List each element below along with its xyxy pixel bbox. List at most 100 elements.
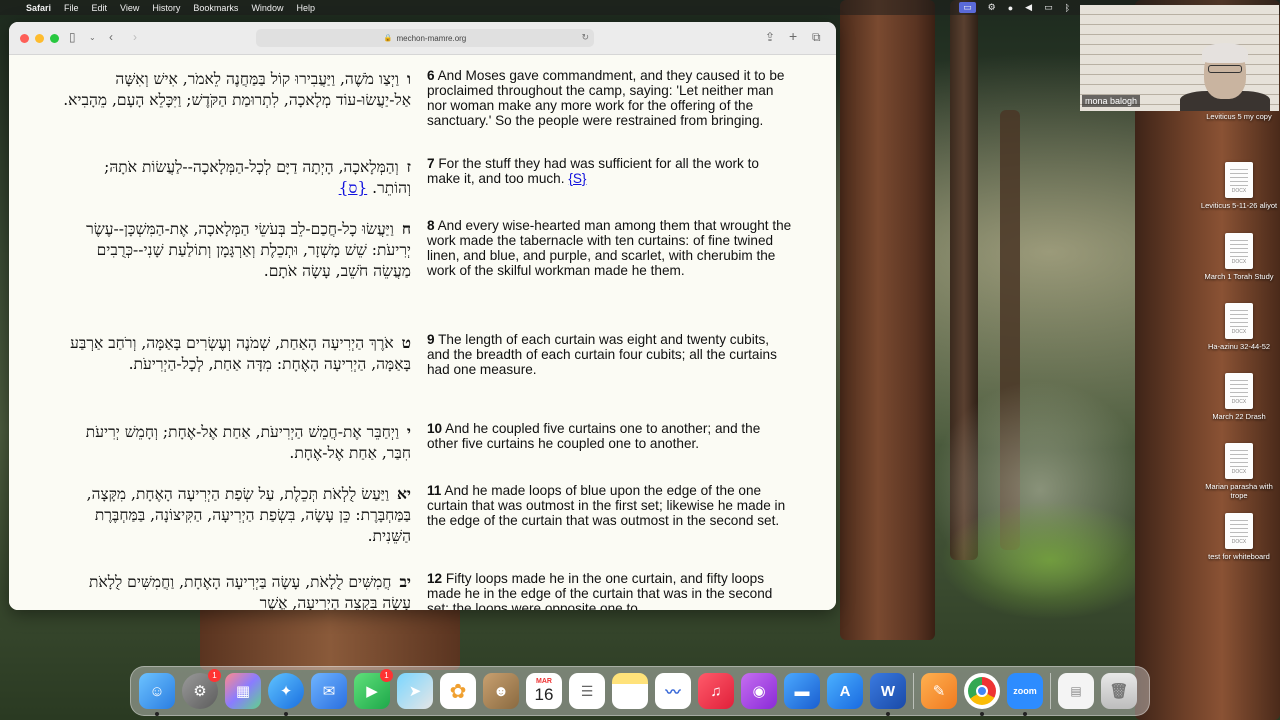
pages-icon[interactable]: ✎ (921, 673, 957, 709)
share-icon[interactable]: ⇪ (765, 30, 775, 44)
menu-bookmarks[interactable]: Bookmarks (193, 3, 238, 13)
reminders-icon[interactable]: ☰ (569, 673, 605, 709)
trash-icon[interactable]: 🗑 (1101, 673, 1137, 709)
participant-hair (1202, 43, 1248, 63)
document-icon: DOCX (1225, 513, 1253, 549)
address-bar[interactable]: 🔒 mechon-mamre.org ↻ (256, 29, 594, 47)
word-icon[interactable]: W (870, 673, 906, 716)
hebrew-verse-number: י (406, 422, 411, 441)
desktop-file[interactable]: DOCX Leviticus 5-11-26 aliyot (1200, 162, 1278, 210)
reload-icon[interactable]: ↻ (581, 32, 589, 43)
volume-icon[interactable]: ◀ (1025, 2, 1032, 13)
menu-help[interactable]: Help (296, 3, 315, 13)
close-window-button[interactable] (20, 34, 29, 43)
zoom-app-icon[interactable]: zoom (1007, 673, 1043, 716)
music-icon[interactable]: ♫ (698, 673, 734, 709)
hebrew-verse-number: ט (401, 333, 411, 352)
menu-view[interactable]: View (120, 3, 139, 13)
chrome-icon[interactable] (964, 673, 1000, 716)
desktop-file[interactable]: DOCX Ha-azinu 32-44-52 (1200, 303, 1278, 351)
verse-number: 6 (427, 68, 435, 83)
facetime-badge: 1 (380, 669, 393, 682)
participant-name: mona balogh (1082, 95, 1141, 107)
settings-icon[interactable]: ⚙ 1 (182, 669, 221, 709)
settings-badge: 1 (208, 669, 221, 682)
desktop-file[interactable]: DOCX March 1 Torah Study (1200, 233, 1278, 281)
chevron-down-icon[interactable]: ⌄ (89, 33, 96, 42)
bluetooth-icon[interactable]: ᛒ (1065, 3, 1070, 13)
podcasts-icon[interactable]: ◉ (741, 673, 777, 709)
menu-file[interactable]: File (64, 3, 79, 13)
notes-icon[interactable] (612, 673, 648, 709)
calendar-icon[interactable]: MAR 16 (526, 673, 562, 709)
page-content: ווַיְצַו מֹשֶׁה, וַיַּעֲבִירוּ קוֹל בַּמ… (9, 55, 836, 610)
file-label: March 1 Torah Study (1204, 272, 1274, 281)
file-label: Leviticus 5 my copy (1206, 112, 1272, 121)
battery-icon[interactable]: ▭ (1044, 2, 1053, 13)
forward-icon[interactable]: › (133, 30, 137, 44)
english-text: And he coupled five curtains one to anot… (427, 421, 761, 451)
background-fern (940, 500, 1160, 620)
control-icon[interactable]: ⚙ (988, 2, 996, 13)
menu-history[interactable]: History (152, 3, 180, 13)
record-icon[interactable]: ● (1008, 3, 1013, 13)
menu-window[interactable]: Window (251, 3, 283, 13)
hebrew-text: וַיְצַו מֹשֶׁה, וַיַּעֲבִירוּ קוֹל בַּמַ… (63, 70, 411, 109)
zoom-app-label: zoom (1013, 686, 1037, 696)
file-label: Marian parasha with trope (1205, 482, 1273, 500)
browser-toolbar: ▯ ⌄ ‹ › 🔒 mechon-mamre.org ↻ ⇪ + ⧉ (9, 22, 836, 55)
contacts-icon[interactable]: ☻ (483, 673, 519, 709)
keynote-icon[interactable]: ▬ (784, 673, 820, 709)
hebrew-text: וַיַּעֲשׂוּ כָל-חֲכַם-לֵב בְּעֹשֵׂי הַמְ… (86, 220, 411, 280)
maps-icon[interactable]: ➤ (397, 673, 433, 709)
tab-overview-icon[interactable]: ⧉ (812, 30, 821, 45)
english-text: Fifty loops made he in the one curtain, … (427, 571, 773, 610)
background-tree (840, 0, 935, 640)
section-link[interactable]: {S} (568, 171, 586, 186)
safari-window: ▯ ⌄ ‹ › 🔒 mechon-mamre.org ↻ ⇪ + ⧉ ווַיְ… (9, 22, 836, 610)
english-verse: 11 And he made loops of blue upon the ed… (427, 483, 792, 528)
dock: ☺ ⚙ 1 ▦ ✦ ✉ ▶ 1 ➤ ✿ ☻ MAR 16 ☰ 〰 ♫ ◉ ▬ A W… (130, 666, 1150, 716)
english-verse: 6 And Moses gave commandment, and they c… (427, 68, 792, 128)
url-text: mechon-mamre.org (396, 33, 467, 43)
back-icon[interactable]: ‹ (109, 30, 113, 44)
hebrew-verse: ווַיְצַו מֹשֶׁה, וַיַּעֲבִירוּ קוֹל בַּמ… (61, 68, 411, 111)
desktop-file[interactable]: DOCX test for whiteboard (1200, 513, 1278, 561)
facetime-icon[interactable]: ▶ 1 (354, 669, 393, 709)
desktop-file[interactable]: DOCX March 22 Drash (1200, 373, 1278, 421)
screen-share-icon[interactable]: ▭ (959, 2, 976, 13)
photos-icon[interactable]: ✿ (440, 673, 476, 709)
hebrew-text: חֲמִשִּׁים לֻלָאֹת, עָשָׂה בַּיְרִיעָה ה… (89, 573, 411, 610)
freeform-icon[interactable]: 〰 (655, 673, 691, 709)
sidebar-icon[interactable]: ▯ (69, 30, 76, 44)
verse-number: 8 (427, 218, 435, 233)
app-store-icon[interactable]: A (827, 673, 863, 709)
launchpad-icon[interactable]: ▦ (225, 673, 261, 709)
zoom-window-button[interactable] (50, 34, 59, 43)
dock-separator (913, 673, 914, 709)
document-icon: DOCX (1225, 303, 1253, 339)
english-text: And he made loops of blue upon the edge … (427, 483, 786, 528)
desktop-file[interactable]: Leviticus 5 my copy (1200, 112, 1278, 121)
desktop-file[interactable]: DOCX Marian parasha with trope (1200, 443, 1278, 500)
mail-icon[interactable]: ✉ (311, 673, 347, 709)
calendar-day: 16 (534, 685, 554, 704)
verse-number: 12 (427, 571, 443, 586)
menu-edit[interactable]: Edit (92, 3, 108, 13)
finder-icon[interactable]: ☺ (139, 673, 175, 716)
safari-icon[interactable]: ✦ (268, 673, 304, 716)
menu-app-name[interactable]: Safari (26, 3, 51, 13)
hebrew-verse: יוַיְחַבֵּר אֶת-חֲמֵשׁ הַיְרִיעֹת, אַחַת… (61, 421, 411, 464)
new-tab-icon[interactable]: + (789, 28, 797, 44)
hebrew-verse: טאֹרֶךְ הַיְרִיעָה הָאַחַת, שְׁמֹנֶה וְע… (61, 332, 411, 375)
english-verse: 7 For the stuff they had was sufficient … (427, 156, 792, 186)
downloads-stack-icon[interactable]: ▤ (1058, 673, 1094, 709)
hebrew-verse-number: ז (406, 157, 411, 176)
hebrew-verse-number: יא (396, 484, 411, 503)
verse-number: 7 (427, 156, 435, 171)
minimize-window-button[interactable] (35, 34, 44, 43)
document-icon: DOCX (1225, 162, 1253, 198)
zoom-video-tile[interactable]: mona balogh (1080, 5, 1279, 111)
hebrew-section-link[interactable]: {ס} (339, 179, 368, 197)
english-verse: 8 And every wise-hearted man among them … (427, 218, 792, 278)
